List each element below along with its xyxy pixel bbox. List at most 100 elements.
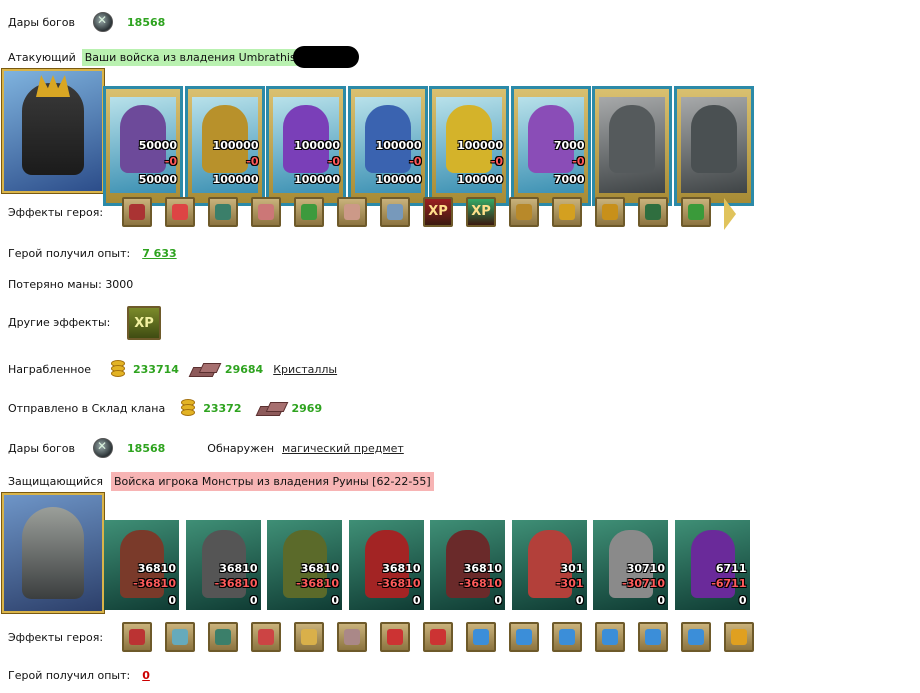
attacker-row: Атакующий Ваши войска из владения Umbrat… (8, 46, 359, 68)
unit-count: 301 (560, 562, 584, 575)
unit-count: 6711 (715, 562, 747, 575)
defender-unit-card[interactable]: 301 -301 0 (511, 520, 587, 610)
unit-loss: -36810 (377, 577, 421, 590)
attacker-unit-card[interactable] (592, 86, 672, 206)
effect-glyph (344, 629, 360, 645)
hand-icon[interactable] (380, 197, 410, 227)
tower-icon[interactable] (251, 622, 281, 652)
unit-loss: -0 (409, 155, 422, 168)
shield-icon[interactable] (208, 622, 238, 652)
attacker-unit-card[interactable]: 100000 -0 100000 (184, 86, 265, 206)
attacker-unit-card[interactable]: 100000 -0 100000 (266, 86, 346, 206)
gem-icon[interactable] (681, 197, 711, 227)
effect-glyph (688, 629, 704, 645)
claw-icon[interactable] (509, 197, 539, 227)
helmet-icon[interactable] (638, 197, 668, 227)
ice-bow-icon[interactable] (595, 622, 625, 652)
shield-icon[interactable] (208, 197, 238, 227)
fist-shield-icon[interactable] (251, 197, 281, 227)
unit-count: 36810 (382, 562, 421, 575)
crossbow-icon[interactable] (337, 622, 367, 652)
skull-icon[interactable] (294, 622, 324, 652)
armor-icon[interactable] (509, 622, 539, 652)
clan-label: Отправлено в Склад клана (8, 401, 166, 415)
scroll-right-arrow[interactable] (724, 198, 736, 230)
gifts-label: Дары богов (8, 15, 76, 29)
defender-row: Защищающийся Войска игрока Монстры из вл… (8, 472, 434, 491)
defender-unit-card[interactable]: 36810 -36810 0 (185, 520, 261, 610)
gifts-label-2: Дары богов (8, 441, 76, 455)
effect-glyph (516, 629, 532, 645)
looted-row: Награбленное 233714 29684 Кристаллы (8, 359, 337, 379)
hero-effects-label-2: Эффекты героя: (8, 631, 104, 644)
cross-icon[interactable] (552, 197, 582, 227)
unit-count: 36810 (137, 562, 176, 575)
xp-icon[interactable]: XP (127, 306, 161, 340)
frost-icon[interactable] (466, 622, 496, 652)
unit-remaining: 0 (575, 594, 584, 607)
horn-icon[interactable] (122, 197, 152, 227)
helmet-icon[interactable] (122, 622, 152, 652)
xp-clover-icon[interactable]: XP (466, 197, 496, 227)
defender-hero-portrait[interactable] (2, 493, 104, 613)
fire-star-icon[interactable] (724, 622, 754, 652)
unit-count: 7000 (553, 139, 585, 152)
found-item-link[interactable]: магический предмет (282, 442, 404, 455)
unit-remaining: 0 (412, 594, 421, 607)
crystal-icon (188, 360, 223, 378)
unit-loss: -301 (555, 577, 584, 590)
hand-sword-icon[interactable] (337, 197, 367, 227)
attacker-unit-card[interactable] (673, 86, 754, 206)
gifts-value-2: 18568 (127, 441, 166, 455)
other-effects-row: Другие эффекты: (8, 316, 110, 329)
defender-unit-card[interactable]: 36810 -36810 0 (267, 520, 342, 610)
staff-icon[interactable] (638, 622, 668, 652)
defender-exp-row: Герой получил опыт: 0 (8, 669, 150, 682)
attacker-unit-card[interactable]: 50000 -0 50000 (103, 86, 183, 206)
attacker-exp-link[interactable]: 7 633 (142, 247, 176, 260)
effect-glyph (301, 204, 317, 220)
effect-glyph (430, 629, 446, 645)
unit-figure (609, 105, 655, 173)
unit-loss: -0 (246, 155, 259, 168)
effect-glyph (172, 204, 188, 220)
crown-icon (36, 75, 70, 97)
unit-loss: -36810 (296, 577, 339, 590)
sun-icon[interactable] (595, 197, 625, 227)
no-icon[interactable] (380, 622, 410, 652)
unit-remaining: 0 (657, 594, 665, 607)
defender-unit-card[interactable]: 36810 -36810 0 (348, 520, 424, 610)
sword-icon[interactable] (294, 197, 324, 227)
attacker-unit-card[interactable]: 7000 -0 7000 (510, 86, 591, 206)
effect-glyph (559, 204, 575, 220)
unit-count: 30710 (626, 562, 665, 575)
crystals-link[interactable]: Кристаллы (273, 363, 337, 376)
ring-icon[interactable] (552, 622, 582, 652)
defender-unit-card[interactable]: 36810 -36810 0 (430, 520, 505, 610)
redaction-mark (292, 46, 359, 68)
effect-glyph (688, 204, 704, 220)
unit-loss: -36810 (133, 577, 176, 590)
attacker-unit-card[interactable]: 100000 -0 100000 (347, 86, 428, 206)
ice-star-icon[interactable] (681, 622, 711, 652)
spear-icon[interactable] (165, 622, 195, 652)
defender-unit-card[interactable]: 30710 -30710 0 (593, 520, 668, 610)
defender-unit-card[interactable]: 6711 -6711 0 (674, 520, 750, 610)
attacker-unit-card[interactable]: 100000 -0 100000 (429, 86, 509, 206)
dice-icon[interactable] (165, 197, 195, 227)
defender-unit-card[interactable]: 36810 -36810 0 (104, 520, 179, 610)
attacker-hero-portrait[interactable] (2, 69, 104, 193)
xp-icon[interactable]: XP (423, 197, 453, 227)
mana-text: Потеряно маны: 3000 (8, 278, 134, 291)
claw-icon[interactable] (423, 622, 453, 652)
gifts-value: 18568 (127, 15, 166, 29)
clan-crystals: 2969 (291, 401, 323, 415)
effect-glyph (258, 204, 274, 220)
exp-label: Герой получил опыт: (8, 247, 131, 260)
effect-text: XP (471, 204, 491, 219)
effect-glyph (645, 204, 661, 220)
looted-gold: 233714 (132, 362, 179, 376)
unit-remaining: 0 (168, 594, 176, 607)
defender-exp-link[interactable]: 0 (142, 669, 150, 682)
effect-glyph (731, 629, 747, 645)
